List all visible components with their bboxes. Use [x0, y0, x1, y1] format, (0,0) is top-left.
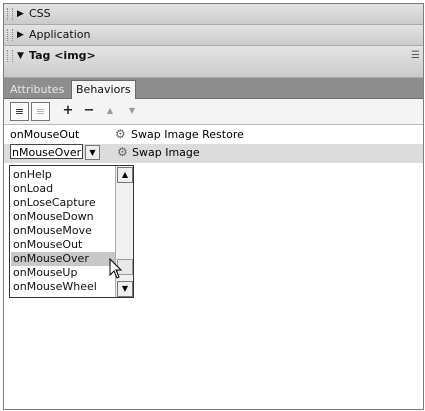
- mouse-cursor-icon: [109, 258, 123, 279]
- add-behavior-button[interactable]: +: [60, 102, 76, 119]
- move-up-button[interactable]: ▲: [103, 102, 117, 119]
- chevron-down-icon[interactable]: ▼: [85, 145, 100, 160]
- event-option[interactable]: onMouseDown: [11, 210, 118, 224]
- event-select[interactable]: nMouseOver: [10, 144, 83, 159]
- event-name: onMouseOut: [10, 128, 80, 141]
- tag-inspector-panel: ▶ CSS ▶ Application ▼ Tag <img> ☰ Attrib…: [3, 3, 424, 410]
- drag-grip-icon[interactable]: [7, 29, 13, 41]
- panel-group-css[interactable]: ▶ CSS: [4, 4, 423, 25]
- tab-strip: Attributes Behaviors: [4, 78, 423, 99]
- behavior-row[interactable]: onMouseOut ⚙ Swap Image Restore: [4, 126, 423, 143]
- panel-group-tag[interactable]: ▼ Tag <img> ☰: [4, 46, 423, 78]
- expand-arrow-icon: ▶: [17, 9, 24, 19]
- event-option[interactable]: onMouseOut: [11, 238, 118, 252]
- event-option[interactable]: onMouseUp: [11, 266, 118, 280]
- action-name: Swap Image: [132, 146, 200, 159]
- behaviors-toolbar: ≡ ≡ + − ▲ ▼: [4, 99, 423, 125]
- panel-title: CSS: [29, 7, 51, 20]
- scroll-down-icon[interactable]: ▼: [117, 281, 133, 297]
- panel-options-icon[interactable]: ☰: [411, 46, 420, 66]
- panel-group-application[interactable]: ▶ Application: [4, 25, 423, 46]
- event-option[interactable]: onLoad: [11, 182, 118, 196]
- behavior-row-selected[interactable]: nMouseOver ▼ ⚙ Swap Image: [4, 144, 423, 163]
- drag-grip-icon[interactable]: [7, 50, 13, 62]
- event-option[interactable]: onLoseCapture: [11, 196, 118, 210]
- tab-behaviors[interactable]: Behaviors: [71, 80, 136, 99]
- action-name: Swap Image Restore: [131, 128, 244, 141]
- event-option[interactable]: onMouseMove: [11, 224, 118, 238]
- remove-behavior-button[interactable]: −: [82, 102, 96, 119]
- event-option[interactable]: onMouseWheel: [11, 280, 118, 294]
- scroll-up-icon[interactable]: ▲: [117, 167, 133, 183]
- show-set-events-button[interactable]: ≡: [10, 102, 29, 121]
- drag-grip-icon[interactable]: [7, 8, 13, 20]
- move-down-button[interactable]: ▼: [125, 102, 139, 119]
- expand-arrow-icon: ▶: [17, 30, 24, 40]
- event-option[interactable]: onHelp: [11, 168, 118, 182]
- panel-title: Tag <img>: [29, 49, 96, 62]
- behavior-gear-icon: ⚙: [117, 145, 128, 159]
- panel-title: Application: [29, 28, 91, 41]
- collapse-arrow-icon: ▼: [17, 51, 24, 61]
- show-all-events-button[interactable]: ≡: [31, 102, 50, 121]
- behavior-gear-icon: ⚙: [115, 127, 126, 141]
- event-option-highlighted[interactable]: onMouseOver: [11, 252, 118, 266]
- tab-attributes[interactable]: Attributes: [6, 81, 68, 98]
